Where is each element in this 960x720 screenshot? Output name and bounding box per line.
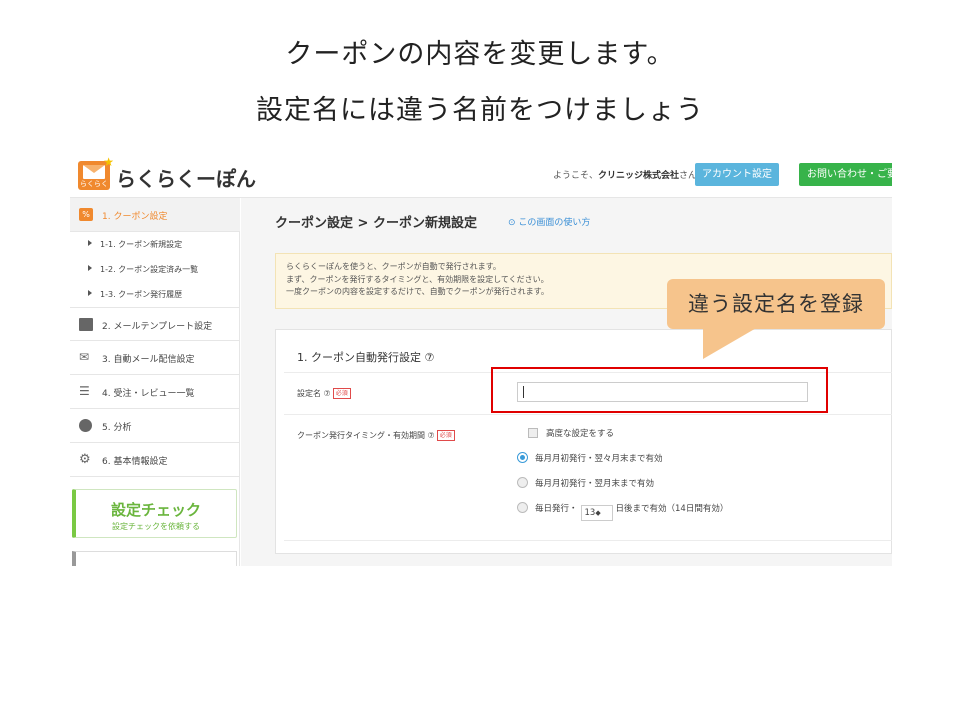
sidebar-next-box[interactable] xyxy=(72,551,237,566)
setting-name-label: 設定名 ⑦ 必須 xyxy=(297,388,351,399)
setting-name-label-text: 設定名 ⑦ xyxy=(297,389,331,398)
slide-title-line-2: 設定名には違う名前をつけましょう xyxy=(256,95,704,126)
callout-bubble: 違う設定名を登録 xyxy=(667,279,885,329)
radio-unselected[interactable] xyxy=(517,477,528,488)
settings-check-subtitle: 設定チェックを依頼する xyxy=(112,522,200,531)
sidebar-item-label: 3. 自動メール配信設定 xyxy=(102,355,195,365)
cog-icon: ⚙ xyxy=(79,452,91,467)
sidebar-item-auto-mail[interactable]: ✉ 3. 自動メール配信設定 xyxy=(70,341,240,375)
sidebar-item-label: 1. クーポン設定 xyxy=(102,212,168,222)
divider xyxy=(284,540,892,541)
required-badge: 必須 xyxy=(436,430,455,441)
settings-check-title: 設定チェック xyxy=(110,501,201,519)
mail-icon xyxy=(79,318,93,331)
caret-right-icon xyxy=(88,265,92,271)
sidebar-subitem-label: 1-3. クーポン発行履歴 xyxy=(100,290,183,299)
radio-unselected[interactable] xyxy=(517,502,528,513)
sidebar-item-label: 2. メールテンプレート設定 xyxy=(102,322,213,332)
timing-label: クーポン発行タイミング・有効期間 ⑦ 必須 xyxy=(297,430,455,441)
caret-right-icon xyxy=(88,290,92,296)
advanced-settings-label: 高度な設定をする xyxy=(546,429,615,439)
sidebar-subitem-label: 1-2. クーポン設定済み一覧 xyxy=(100,265,199,274)
timing-option-daily[interactable]: 毎日発行・ 13◆ 日後まで有効（14日間有効） xyxy=(517,502,728,521)
advanced-settings-checkbox[interactable] xyxy=(528,428,538,438)
caret-right-icon xyxy=(88,240,92,246)
slide-title-line-1: クーポンの内容を変更します。 xyxy=(285,39,675,70)
settings-check-button[interactable]: 設定チェック 設定チェックを依頼する xyxy=(72,489,237,538)
timing-label-text: クーポン発行タイミング・有効期間 ⑦ xyxy=(297,431,435,440)
sidebar-item-label: 5. 分析 xyxy=(102,423,132,433)
app-header: ★ らくらく らくらくーぽん ようこそ、クリニッジ株式会社さん アカウント設定 … xyxy=(70,155,892,198)
sidebar: % 1. クーポン設定 1-1. クーポン新規設定 1-2. クーポン設定済み一… xyxy=(70,198,240,566)
stepper-arrows-icon[interactable]: ◆ xyxy=(595,509,600,517)
company-name: クリニッジ株式会社 xyxy=(598,171,680,181)
divider xyxy=(284,414,892,415)
sidebar-item-mail-template[interactable]: 2. メールテンプレート設定 xyxy=(70,307,240,341)
slide: クーポンの内容を変更します。 設定名には違う名前をつけましょう ★ らくらく ら… xyxy=(0,0,960,720)
list-icon: ☰ xyxy=(79,384,90,398)
daily-prefix: 毎日発行・ xyxy=(535,504,578,514)
sidebar-subitem-new-coupon[interactable]: 1-1. クーポン新規設定 xyxy=(88,239,182,250)
logo-envelope-icon[interactable]: ★ らくらく xyxy=(78,155,114,190)
daily-suffix: 日後まで有効（14日間有効） xyxy=(615,504,729,514)
sidebar-item-orders-reviews[interactable]: ☰ 4. 受注・レビュー一覧 xyxy=(70,375,240,409)
settings-panel: 1. クーポン自動発行設定 ⑦ 設定名 ⑦ 必須 クーポン発行タイミング・有効期間… xyxy=(275,329,892,554)
required-badge: 必須 xyxy=(332,388,351,399)
sidebar-item-label: 4. 受注・レビュー一覧 xyxy=(102,389,195,399)
timing-option-label: 毎月月初発行・翌月末まで有効 xyxy=(535,479,655,489)
advanced-settings-option[interactable]: 高度な設定をする xyxy=(528,427,614,439)
sidebar-subitem-coupon-list[interactable]: 1-2. クーポン設定済み一覧 xyxy=(88,264,198,275)
sidebar-item-analysis[interactable]: 5. 分析 xyxy=(70,409,240,443)
timing-option-1[interactable]: 毎月月初発行・翌々月末まで有効 xyxy=(517,452,663,464)
help-link[interactable]: ⊙ この画面の使い方 xyxy=(508,215,590,228)
callout-tail xyxy=(703,327,758,359)
account-settings-button[interactable]: アカウント設定 xyxy=(695,163,779,186)
mail-settings-icon: ✉ xyxy=(79,350,90,364)
notice-line: らくらくーぽんを使うと、クーポンが自動で発行されます。 xyxy=(286,262,501,271)
timing-option-2[interactable]: 毎月月初発行・翌月末まで有効 xyxy=(517,477,654,489)
highlight-frame xyxy=(491,367,828,413)
pie-chart-icon xyxy=(79,419,92,432)
logo-icon-caption: らくらく xyxy=(80,180,108,188)
sidebar-subitem-coupon-history[interactable]: 1-3. クーポン発行履歴 xyxy=(88,289,182,300)
page-title: クーポン設定 > クーポン新規設定 xyxy=(275,216,477,231)
days-value: 13 xyxy=(584,508,596,518)
section-title: 1. クーポン自動発行設定 ⑦ xyxy=(297,351,435,364)
welcome-message: ようこそ、クリニッジ株式会社さん xyxy=(553,168,697,181)
radio-selected[interactable] xyxy=(517,452,528,463)
app-screenshot: ★ らくらく らくらくーぽん ようこそ、クリニッジ株式会社さん アカウント設定 … xyxy=(70,155,892,566)
sidebar-item-basic-info[interactable]: ⚙ 6. 基本情報設定 xyxy=(70,443,240,477)
contact-button[interactable]: お問い合わせ・ご要望 xyxy=(799,163,892,186)
welcome-text: ようこそ、 xyxy=(553,171,599,181)
sidebar-subitem-label: 1-1. クーポン新規設定 xyxy=(100,240,183,249)
timing-option-label: 毎月月初発行・翌々月末まで有効 xyxy=(535,454,663,464)
sidebar-item-coupon-settings[interactable]: % 1. クーポン設定 xyxy=(70,198,240,232)
sidebar-item-label: 6. 基本情報設定 xyxy=(102,457,168,467)
percent-icon: % xyxy=(79,208,93,221)
days-stepper[interactable]: 13◆ xyxy=(580,505,613,521)
logo-text[interactable]: らくらくーぽん xyxy=(116,163,256,192)
